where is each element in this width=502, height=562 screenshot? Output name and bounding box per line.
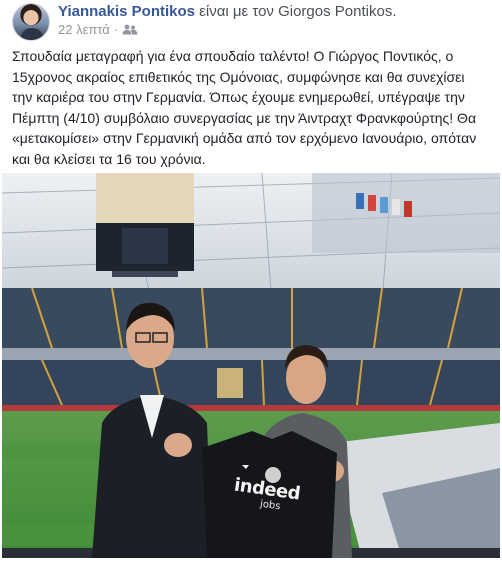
post-text: Σπουδαία μεταγραφή για ένα σπουδαίο ταλέ…: [12, 46, 496, 169]
post-header-line: Yiannakis Pontikos είναι με τον Giorgos …: [58, 3, 396, 20]
post-text-line: Σπουδαία μεταγραφή για ένα σπουδαίο ταλέ…: [12, 48, 454, 64]
upper-seats: [2, 288, 500, 348]
video-cube: [96, 173, 194, 277]
post-photo[interactable]: indeed jobs: [2, 173, 500, 558]
post-header: Yiannakis Pontikos είναι με τον Giorgos …: [10, 2, 500, 42]
lower-seats: [2, 360, 500, 405]
post-text-line: «μετακομίσει» στην Γερμανική ομάδα από τ…: [12, 130, 477, 146]
friends-icon[interactable]: [122, 24, 138, 35]
post-timestamp[interactable]: 22 λεπτά: [58, 22, 110, 37]
post-text-line: την καριέρα του στην Γερμανία. Όπως έχου…: [12, 89, 465, 105]
author-name-link[interactable]: Yiannakis Pontikos: [58, 3, 195, 20]
post-text-line: Πέμπτη (4/10) συμβόλαιο συνεργασίας με τ…: [12, 109, 477, 126]
post-text-line: 15χρονος ακραίος επιθετικός της Ομόνοιας…: [12, 68, 465, 85]
post-text-line: και θα κλείσει τα 16 του χρόνια.: [12, 150, 206, 167]
meta-separator: ·: [113, 22, 119, 37]
with-phrase: είναι με τον: [199, 3, 274, 20]
post-meta: 22 λεπτά ·: [58, 22, 138, 37]
tagged-person[interactable]: Giorgos Pontikos.: [278, 3, 396, 20]
author-avatar[interactable]: [12, 3, 50, 41]
facebook-post: Yiannakis Pontikos είναι με τον Giorgos …: [0, 0, 502, 562]
